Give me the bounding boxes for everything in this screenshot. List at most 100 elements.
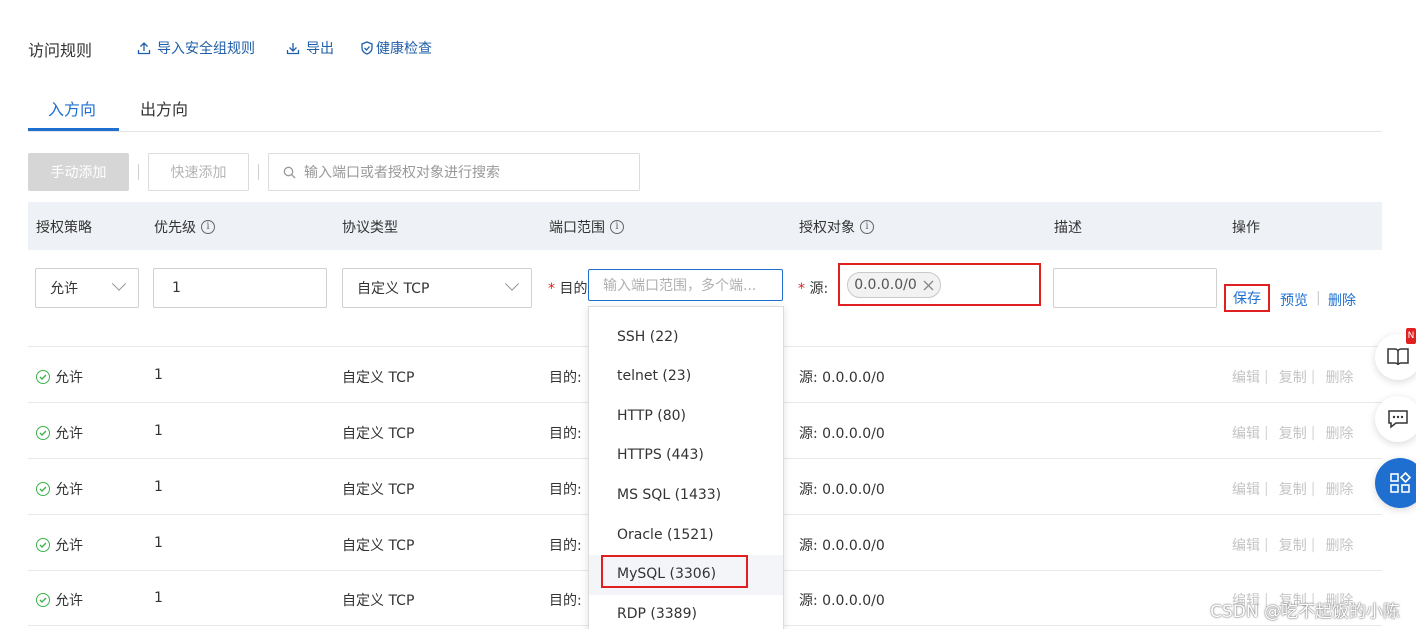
source-cell: 源: 0.0.0.0/0 (799, 482, 885, 498)
priority-cell: 1 (154, 590, 163, 606)
policy-value: 允许 (55, 538, 83, 554)
priority-cell: 1 (154, 423, 163, 439)
check-circle-icon (36, 426, 50, 440)
watermark: CSDN @吃不起饭的小陈 (1210, 602, 1400, 622)
port-preset-dropdown: SSH (22) telnet (23) HTTP (80) HTTPS (44… (588, 306, 784, 629)
policy-cell: 允许 (36, 367, 83, 387)
policy-cell: 允许 (36, 590, 83, 610)
info-icon[interactable]: i (610, 220, 624, 234)
policy-cell: 允许 (36, 423, 83, 443)
preview-button[interactable]: 预览 (1280, 290, 1308, 310)
dropdown-option[interactable]: RDP (3389) (617, 606, 697, 622)
policy-cell: 允许 (36, 479, 83, 499)
source-chip-label: 0.0.0.0/0 (854, 277, 917, 293)
quick-add-button[interactable]: 快速添加 (148, 153, 249, 191)
copy-button[interactable]: 复制 (1279, 423, 1307, 443)
policy-value: 允许 (55, 593, 83, 609)
priority-cell: 1 (154, 367, 163, 383)
upload-icon (137, 42, 151, 55)
apps-icon (1390, 471, 1412, 493)
delete-button[interactable]: 删除 (1328, 290, 1356, 310)
source-cell: 源: 0.0.0.0/0 (799, 593, 885, 609)
policy-value: 允许 (55, 426, 83, 442)
import-rules-link[interactable]: 导入安全组规则 (137, 38, 255, 58)
save-button[interactable]: 保存 (1224, 284, 1270, 312)
export-label: 导出 (306, 41, 334, 57)
info-icon[interactable]: i (201, 220, 215, 234)
column-header-actions: 操作 (1232, 220, 1260, 236)
row-actions: 编辑 | 复制 | 删除 (1232, 535, 1354, 555)
protocol-cell: 自定义 TCP (342, 538, 415, 554)
edit-button[interactable]: 编辑 (1232, 479, 1260, 499)
mysql-highlight (601, 555, 748, 588)
copy-button[interactable]: 复制 (1279, 535, 1307, 555)
dest-cell: 目的: (549, 370, 582, 386)
delete-button[interactable]: 删除 (1325, 423, 1353, 443)
delete-button[interactable]: 删除 (1325, 367, 1353, 387)
check-circle-icon (36, 370, 50, 384)
source-cell: 源: 0.0.0.0/0 (799, 370, 885, 386)
description-input[interactable] (1053, 268, 1217, 308)
search-icon (283, 166, 296, 178)
policy-select[interactable]: 允许 (35, 268, 139, 308)
dropdown-option[interactable]: HTTPS (443) (617, 447, 704, 463)
chevron-down-icon (111, 276, 127, 291)
priority-cell: 1 (154, 479, 163, 495)
edit-button[interactable]: 编辑 (1232, 367, 1260, 387)
protocol-select-value: 自定义 TCP (357, 281, 430, 297)
policy-select-value: 允许 (50, 281, 78, 297)
dest-cell: 目的: (549, 538, 582, 554)
tab-divider (28, 131, 1382, 132)
book-icon (1387, 348, 1409, 366)
chat-icon (1388, 410, 1408, 429)
source-cell: 源: 0.0.0.0/0 (799, 426, 885, 442)
policy-cell: 允许 (36, 535, 83, 555)
protocol-select[interactable]: 自定义 TCP (342, 268, 532, 308)
close-icon[interactable] (923, 280, 934, 291)
source-chip: 0.0.0.0/0 (847, 272, 941, 298)
priority-cell: 1 (154, 535, 163, 551)
apps-button[interactable] (1375, 458, 1416, 508)
info-icon[interactable]: i (860, 220, 874, 234)
column-header-policy: 授权策略 (36, 220, 92, 236)
dropdown-option[interactable]: Oracle (1521) (617, 527, 714, 543)
manual-add-button[interactable]: 手动添加 (28, 153, 129, 191)
import-rules-label: 导入安全组规则 (157, 41, 255, 57)
shield-check-icon (361, 41, 373, 55)
port-range-input[interactable]: 输入端口范围，多个端... (588, 269, 783, 301)
copy-button[interactable]: 复制 (1279, 479, 1307, 499)
health-check-link[interactable]: 健康检查 (360, 38, 432, 58)
dropdown-option[interactable]: HTTP (80) (617, 408, 686, 424)
toolbar-separator (138, 164, 139, 180)
dest-cell: 目的: (549, 593, 582, 609)
dropdown-option[interactable]: telnet (23) (617, 368, 691, 384)
dest-cell: 目的: (549, 426, 582, 442)
export-link[interactable]: 导出 (286, 38, 334, 58)
tab-inbound[interactable]: 入方向 (48, 96, 96, 120)
new-badge: N (1406, 328, 1416, 344)
tab-outbound[interactable]: 出方向 (140, 96, 188, 120)
search-placeholder: 输入端口或者授权对象进行搜索 (304, 165, 500, 181)
edit-button[interactable]: 编辑 (1232, 535, 1260, 555)
column-header-protocol: 协议类型 (342, 220, 398, 236)
protocol-cell: 自定义 TCP (342, 593, 415, 609)
row-actions: 编辑 | 复制 | 删除 (1232, 367, 1354, 387)
download-icon (286, 43, 300, 55)
dropdown-option[interactable]: SSH (22) (617, 329, 679, 345)
dropdown-option[interactable]: MS SQL (1433) (617, 487, 721, 503)
search-input[interactable]: 输入端口或者授权对象进行搜索 (268, 153, 640, 191)
dest-label: * 目的 (548, 281, 588, 297)
copy-button[interactable]: 复制 (1279, 367, 1307, 387)
priority-input[interactable]: 1 (153, 268, 327, 308)
column-header-description: 描述 (1054, 220, 1082, 236)
chevron-down-icon (504, 276, 520, 291)
delete-button[interactable]: 删除 (1325, 535, 1353, 555)
dest-cell: 目的: (549, 482, 582, 498)
protocol-cell: 自定义 TCP (342, 426, 415, 442)
source-label: * 源: (798, 281, 829, 297)
edit-button[interactable]: 编辑 (1232, 423, 1260, 443)
delete-button[interactable]: 删除 (1325, 479, 1353, 499)
action-separator: | (1316, 290, 1321, 306)
toolbar-separator (258, 164, 259, 180)
feedback-button[interactable] (1375, 396, 1416, 442)
